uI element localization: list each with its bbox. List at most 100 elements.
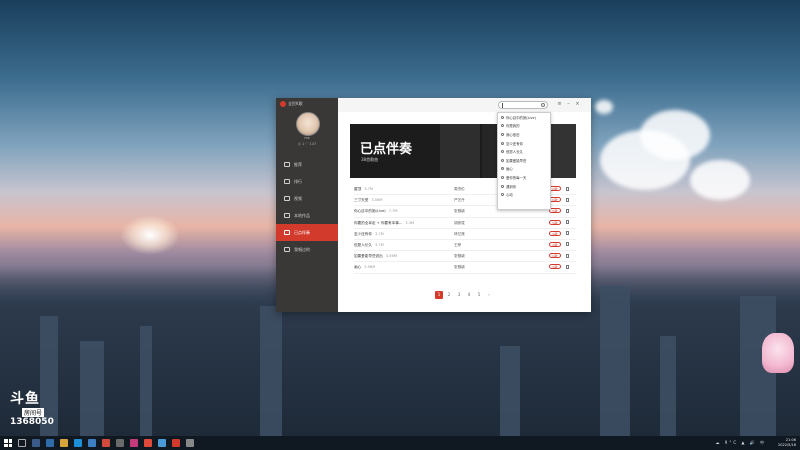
- list-icon: [284, 179, 290, 184]
- app-icon[interactable]: [130, 439, 138, 447]
- app-icon[interactable]: [116, 439, 124, 447]
- song-size: 3.56M: [385, 254, 397, 259]
- trash-icon[interactable]: [566, 220, 569, 225]
- page-2[interactable]: 2: [445, 291, 453, 299]
- app-icon[interactable]: [186, 439, 194, 447]
- clock-icon: [501, 184, 504, 188]
- pagination: 1 2 3 4 5 ›: [435, 291, 493, 299]
- top-bar: ≡ – ×: [338, 98, 591, 112]
- cloud: [640, 110, 710, 160]
- suggestion-item[interactable]: 爱你的每一天: [498, 173, 550, 182]
- singer-name: 胡彦斌: [454, 220, 465, 225]
- trash-icon[interactable]: [566, 264, 569, 269]
- clock-date: 2022/5/16: [778, 443, 796, 447]
- sing-button[interactable]: K歌: [549, 264, 561, 270]
- suggestion-text: 遇到你: [506, 184, 517, 189]
- song-size: 7.7M: [388, 209, 398, 214]
- karaoke-app-icon[interactable]: [172, 439, 180, 447]
- nav-label: 本地作品: [294, 212, 310, 218]
- suggestion-item[interactable]: 如果爱能早些: [498, 156, 550, 165]
- menu-icon[interactable]: ≡: [556, 101, 563, 108]
- explorer-icon[interactable]: [60, 439, 68, 447]
- sing-button[interactable]: K歌: [549, 253, 561, 259]
- nav-label: 排行: [294, 178, 302, 184]
- page-1[interactable]: 1: [435, 291, 443, 299]
- clock[interactable]: 21:06 2022/5/16: [778, 438, 796, 448]
- sidebar-item-video[interactable]: 视频: [276, 190, 338, 207]
- sidebar-nav: 推荐 排行 视频 本地作品 已点伴奏 我唱过的: [276, 156, 338, 258]
- suggestion-item[interactable]: 你是我的: [498, 122, 550, 131]
- thumb-icon: [284, 162, 290, 167]
- next-page-button[interactable]: ›: [485, 291, 493, 299]
- nav-label: 视频: [294, 195, 302, 201]
- search-input[interactable]: [498, 101, 548, 109]
- trash-icon[interactable]: [566, 186, 569, 191]
- app-icon[interactable]: [102, 439, 110, 447]
- trash-icon[interactable]: [566, 231, 569, 236]
- sidebar-item-ranking[interactable]: 排行: [276, 173, 338, 190]
- trash-icon[interactable]: [566, 208, 569, 213]
- main-panel: ≡ – × 已点伴奏 38首歌曲 屋顶 3.7M 周杰伦 K歌 三寸天堂 3.56M…: [338, 98, 591, 312]
- suggestion-item[interactable]: 但愿人长久: [498, 147, 550, 156]
- search-icon[interactable]: [18, 439, 26, 447]
- avatar[interactable]: [296, 112, 320, 136]
- close-icon[interactable]: ×: [574, 101, 581, 108]
- app-icon[interactable]: [88, 439, 96, 447]
- sing-button[interactable]: K歌: [549, 241, 561, 247]
- list-item[interactable]: 至少还有你 3.7M 林忆莲 K歌: [354, 229, 576, 240]
- suggestion-item[interactable]: 我心依旧: [498, 130, 550, 139]
- trash-icon[interactable]: [566, 242, 569, 247]
- singer-name: 张靓颖: [454, 209, 465, 214]
- mic-icon: [284, 230, 290, 235]
- list-item[interactable]: 画心 3.56M 张靓颖 K歌: [354, 262, 576, 274]
- page-3[interactable]: 3: [455, 291, 463, 299]
- suggestion-item[interactable]: 你心目中的她(Live): [498, 113, 550, 122]
- system-tray[interactable]: ☁ 9°C ▲ 🔊 中: [716, 440, 766, 446]
- song-title: 你心目中的她(Live): [354, 209, 386, 214]
- song-title: 三寸天堂: [354, 198, 369, 203]
- song-title: 画心: [354, 265, 362, 270]
- suggestion-item[interactable]: 画心: [498, 165, 550, 174]
- list-item[interactable]: 如果爱能早些说出 3.56M 张靓颖 K歌: [354, 251, 576, 263]
- sidebar-item-history[interactable]: 我唱过的: [276, 241, 338, 258]
- suggestion-text: 画心: [506, 167, 513, 172]
- user-name: ms: [304, 136, 310, 140]
- app-title: 全民K歌: [280, 101, 303, 107]
- suggestion-item[interactable]: 至少还有你: [498, 139, 550, 148]
- trash-icon[interactable]: [566, 253, 569, 258]
- suggestion-text: 你心目中的她(Live): [506, 115, 536, 120]
- user-stats: ◎ 1 ♡ 147: [297, 142, 317, 146]
- page-5[interactable]: 5: [475, 291, 483, 299]
- room-number: 1368050: [10, 417, 54, 427]
- clock-icon: [501, 158, 504, 162]
- song-size: 3.7M: [374, 242, 384, 247]
- app-logo-icon: [280, 101, 286, 107]
- singer-name: 王菲: [454, 242, 462, 247]
- suggestion-item[interactable]: 心动: [498, 190, 550, 199]
- sing-button[interactable]: K歌: [549, 230, 561, 236]
- page-4[interactable]: 4: [465, 291, 473, 299]
- sidebar-item-local[interactable]: 本地作品: [276, 207, 338, 224]
- clock-icon: [501, 150, 504, 154]
- trash-icon[interactable]: [566, 197, 569, 202]
- list-item[interactable]: 你要的全拿走 + 你要有本事... 3.3M 胡彦斌 K歌: [354, 218, 576, 229]
- clock-icon: [501, 132, 504, 136]
- list-item[interactable]: 但愿人长久 3.7M 王菲 K歌: [354, 240, 576, 252]
- sidebar-item-recommend[interactable]: 推荐: [276, 156, 338, 173]
- suggestion-item[interactable]: 遇到你: [498, 182, 550, 191]
- app-icon[interactable]: [158, 439, 166, 447]
- minimize-icon[interactable]: –: [565, 101, 572, 108]
- search-icon[interactable]: [541, 103, 545, 107]
- windows-start-icon[interactable]: [4, 439, 12, 447]
- suggestion-text: 但愿人长久: [506, 150, 523, 155]
- app-icon[interactable]: [74, 439, 82, 447]
- sidebar-item-queued[interactable]: 已点伴奏: [276, 224, 338, 241]
- nav-label: 已点伴奏: [294, 229, 310, 235]
- sing-button[interactable]: K歌: [549, 219, 561, 225]
- task-view-icon[interactable]: [32, 439, 40, 447]
- app-icon[interactable]: [144, 439, 152, 447]
- edge-icon[interactable]: [46, 439, 54, 447]
- page-title: 已点伴奏: [360, 142, 413, 157]
- clock-icon: [501, 141, 504, 145]
- sun-glow: [120, 215, 180, 255]
